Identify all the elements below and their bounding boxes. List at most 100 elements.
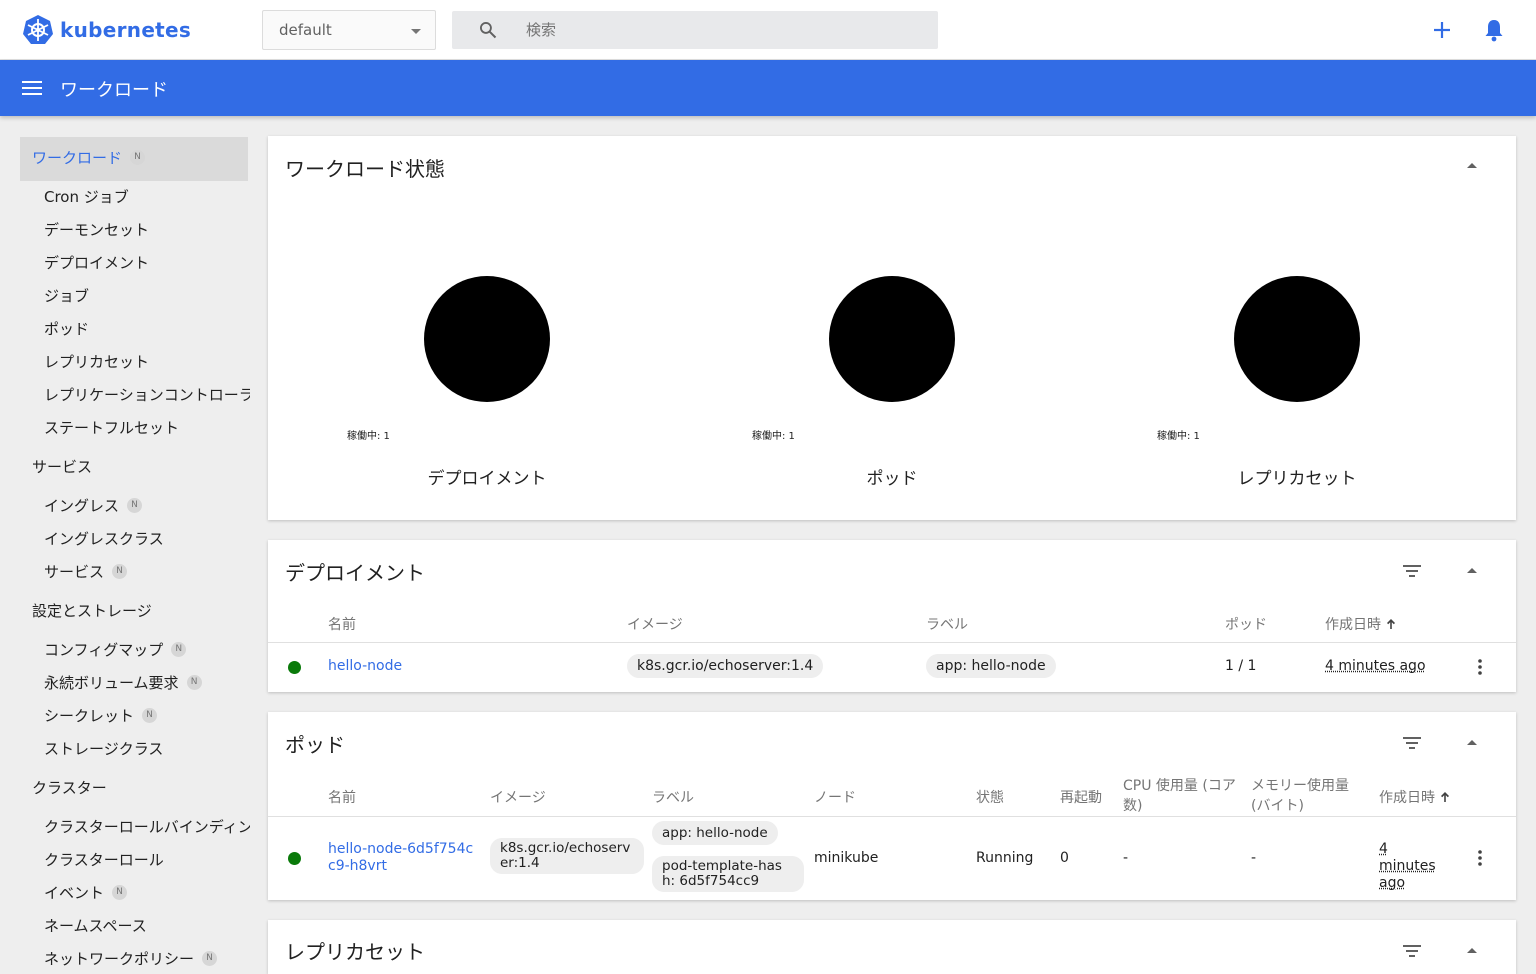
sidebar-item-label: デーモンセット [44, 221, 150, 239]
more-vert-icon[interactable] [1478, 850, 1482, 866]
sidebar-item-label: ステートフルセット [44, 419, 180, 437]
sidebar-item-configmaps[interactable]: コンフィグマップ N [44, 639, 187, 660]
hamburger-menu-icon[interactable] [22, 80, 42, 96]
more-vert-icon[interactable] [1478, 659, 1482, 675]
sidebar-item-events[interactable]: イベント N [44, 882, 128, 903]
sidebar-item-label: イングレス [44, 497, 120, 515]
top-toolbar: kubernetes default [0, 0, 1536, 60]
column-header-cpu: CPU 使用量 (コア数) [1123, 778, 1236, 814]
search-icon [480, 22, 497, 39]
namespace-select[interactable]: default [262, 10, 436, 50]
sidebar-item-label: デプロイメント [44, 254, 150, 272]
namespace-value: default [279, 21, 332, 39]
pod-name-link[interactable]: hello-node-6d5f754cc9-h8vrt [328, 841, 480, 875]
column-header-label: 作成日時 [1379, 790, 1435, 806]
sidebar-item-label: クラスターロール [44, 851, 164, 869]
namespaced-badge: N [127, 498, 143, 513]
image-chip: k8s.gcr.io/echoserver:1.4 [627, 654, 824, 678]
notifications-bell-icon[interactable] [1482, 17, 1506, 43]
memory-usage: - [1251, 850, 1257, 866]
sidebar-item-services[interactable]: サービス N [44, 561, 128, 582]
kubernetes-logo[interactable]: kubernetes [22, 14, 191, 46]
sidebar-item-networkpolicies[interactable]: ネットワークポリシー N [44, 948, 218, 969]
pod-status: Running [976, 850, 1034, 866]
sidebar-item-replicasets[interactable]: レプリカセット [44, 351, 149, 372]
sort-ascending-icon [1441, 792, 1450, 802]
running-status-icon [288, 852, 301, 865]
column-header-pods: ポッド [1225, 617, 1267, 633]
label-chip: app: hello-node [926, 654, 1056, 678]
column-header-labels: ラベル [652, 790, 694, 806]
column-header-labels: ラベル [926, 617, 968, 633]
sidebar-item-namespaces[interactable]: ネームスペース [44, 915, 147, 936]
label-chip: app: hello-node [652, 821, 778, 845]
pods-count: 1 / 1 [1225, 658, 1257, 674]
chart-legend-running: 稼働中: 1 [752, 431, 795, 442]
collapse-icon[interactable] [1467, 163, 1477, 168]
sidebar-item-pvcs[interactable]: 永続ボリューム要求 N [44, 672, 202, 693]
sidebar-item-label: ストレージクラス [44, 740, 164, 758]
column-header-node: ノード [814, 790, 856, 806]
sidebar-item-clusterrolebindings[interactable]: クラスターロールバインディング [44, 816, 250, 837]
pods-card: ポッド 名前 イメージ ラベル ノード 状態 再起動 CPU 使用量 (コア数)… [268, 712, 1516, 900]
filter-icon[interactable] [1403, 565, 1421, 577]
column-header-restarts: 再起動 [1060, 790, 1102, 806]
sidebar-item-label: 永続ボリューム要求 [44, 674, 179, 692]
search-bar[interactable] [452, 11, 938, 49]
column-header-image: イメージ [627, 617, 683, 633]
logo-text: kubernetes [60, 18, 192, 42]
sidebar-item-clusterroles[interactable]: クラスターロール [44, 849, 164, 870]
sidebar-item-ingressclasses[interactable]: イングレスクラス [44, 528, 164, 549]
pods-status-chart [829, 276, 955, 402]
namespaced-badge: N [142, 708, 158, 723]
deployment-name-link[interactable]: hello-node [328, 658, 402, 674]
page-title: ワークロード [60, 80, 168, 101]
sidebar-item-cronjobs[interactable]: Cron ジョブ [44, 186, 129, 207]
sidebar-group-service[interactable]: サービス [32, 456, 92, 477]
chart-legend-running: 稼働中: 1 [347, 431, 390, 442]
row-divider [268, 816, 1516, 817]
cpu-usage: - [1123, 850, 1129, 866]
sidebar-item-label: レプリカセット [44, 353, 150, 371]
filter-icon[interactable] [1403, 737, 1421, 749]
sidebar-item-storageclasses[interactable]: ストレージクラス [44, 738, 163, 759]
sidebar-item-jobs[interactable]: ジョブ [44, 285, 89, 306]
sidebar-item-daemonsets[interactable]: デーモンセット [44, 219, 149, 240]
namespaced-badge: N [202, 951, 218, 966]
filter-icon[interactable] [1403, 945, 1421, 957]
create-plus-icon[interactable] [1430, 18, 1454, 42]
sidebar-item-workloads-label[interactable]: ワークロード N [32, 147, 146, 168]
sidebar-item-statefulsets[interactable]: ステートフルセット [44, 417, 179, 438]
kubernetes-helm-icon [23, 15, 53, 44]
chart-label: レプリカセット [1237, 469, 1357, 489]
sidebar-item-ingresses[interactable]: イングレス N [44, 495, 143, 516]
sidebar-item-replicationcontrollers[interactable]: レプリケーションコントローラー [44, 384, 250, 405]
sidebar-item-label: レプリケーションコントローラー [44, 386, 250, 404]
collapse-icon[interactable] [1467, 568, 1477, 573]
column-header-created[interactable]: 作成日時 [1325, 614, 1397, 634]
chart-label: ポッド [866, 469, 918, 489]
sidebar-item-secrets[interactable]: シークレット N [44, 705, 158, 726]
search-input[interactable] [526, 18, 926, 42]
sort-ascending-icon [1387, 619, 1396, 629]
label-chip: pod-template-hash: 6d5f754cc9 [652, 856, 804, 892]
replicasets-card: レプリカセット [268, 920, 1516, 974]
sidebar-item-pods[interactable]: ポッド [44, 318, 89, 339]
sidebar-item-label: サービス [44, 563, 105, 581]
workload-status-card: ワークロード状態 稼働中: 1 デプロイメント 稼働中: 1 ポッド 稼働中: … [268, 136, 1516, 520]
sidebar-item-label: ワークロード [32, 149, 123, 167]
sidebar-group-cluster[interactable]: クラスター [32, 777, 107, 798]
sidebar-nav: ワークロード N Cron ジョブ デーモンセット デプロイメント ジョブ ポッド… [0, 116, 260, 974]
sidebar-item-deployments[interactable]: デプロイメント [44, 252, 149, 273]
column-header-memory: メモリー使用量 (バイト) [1251, 778, 1349, 814]
card-title: デプロイメント [285, 561, 425, 585]
collapse-icon[interactable] [1467, 740, 1477, 745]
namespaced-badge: N [112, 564, 128, 579]
column-header-created[interactable]: 作成日時 [1379, 787, 1451, 807]
collapse-icon[interactable] [1467, 948, 1477, 953]
restart-count: 0 [1060, 850, 1069, 866]
column-header-name[interactable]: 名前 [328, 787, 356, 807]
sidebar-group-config-storage[interactable]: 設定とストレージ [32, 600, 152, 621]
column-header-name[interactable]: 名前 [328, 614, 356, 634]
sidebar-item-label: イングレスクラス [44, 530, 164, 548]
